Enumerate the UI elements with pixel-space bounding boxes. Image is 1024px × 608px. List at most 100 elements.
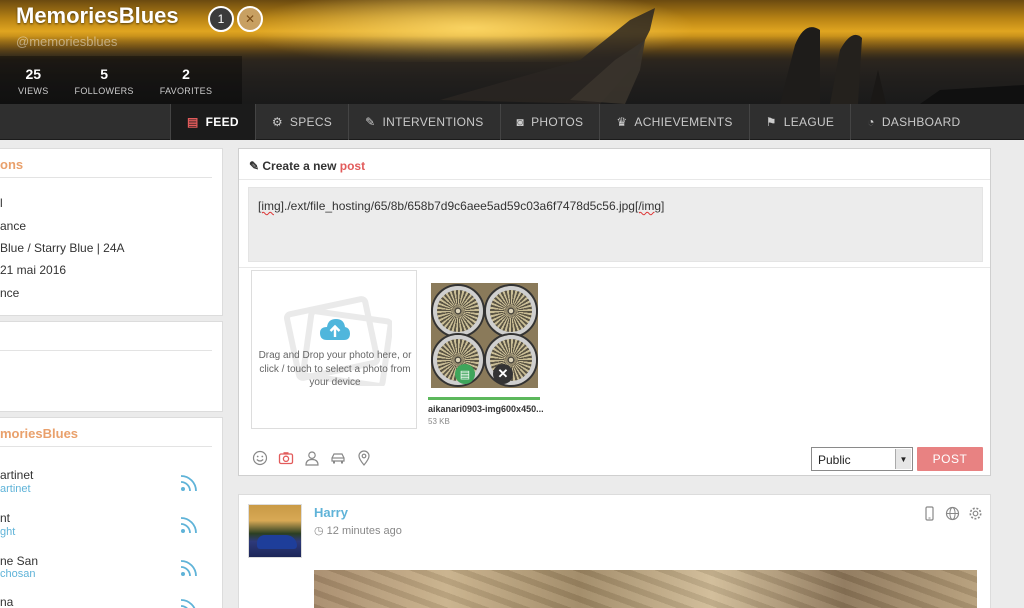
stat-label: FAVORITES xyxy=(159,86,213,96)
wheel-image xyxy=(433,286,483,336)
gears-icon: ⚙ xyxy=(271,115,283,129)
info-row: 21 mai 2016 xyxy=(0,263,67,277)
tab-interventions[interactable]: ✎ INTERVENTIONS xyxy=(348,104,499,140)
divider xyxy=(239,179,990,180)
title-prefix: Create a new xyxy=(262,159,340,173)
title-post-word: post xyxy=(339,159,366,173)
insert-photo-icon[interactable]: ▤ xyxy=(455,364,475,384)
remove-photo-icon[interactable]: ✕ xyxy=(493,364,513,384)
divider xyxy=(0,350,212,351)
tab-league[interactable]: ⚑ LEAGUE xyxy=(748,104,851,140)
profile-handle: @memoriesblues xyxy=(16,34,118,49)
upload-filesize: 53 KB xyxy=(428,417,450,426)
cloud-upload-icon xyxy=(320,319,350,340)
app-root: MemoriesBlues 1 ✕ @memoriesblues 25 VIEW… xyxy=(0,0,1024,608)
tab-label: FEED xyxy=(205,115,239,129)
followers-card: moriesBlues artinet artinet nt ght ne Sa… xyxy=(0,417,223,608)
achievement-badge-icon[interactable]: ✕ xyxy=(237,6,263,32)
post-photo[interactable] xyxy=(314,570,977,608)
avatar[interactable] xyxy=(248,504,302,558)
rss-icon[interactable] xyxy=(180,559,198,577)
info-card-title: ons xyxy=(0,157,24,172)
post-meta-icons xyxy=(922,506,983,521)
stat-views[interactable]: 25 VIEWS xyxy=(14,56,53,104)
chevron-down-icon[interactable]: ▼ xyxy=(895,449,911,469)
emoji-icon[interactable] xyxy=(251,449,268,466)
followers-card-title: moriesBlues xyxy=(0,426,79,441)
tab-label: INTERVENTIONS xyxy=(382,115,484,129)
follower-name[interactable]: na xyxy=(0,595,13,608)
tab-label: ACHIEVEMENTS xyxy=(634,115,733,129)
newspaper-icon: ▤ xyxy=(187,115,199,129)
camera-icon: ◙ xyxy=(516,115,525,129)
follower-handle[interactable]: ght xyxy=(0,526,15,538)
stat-number: 2 xyxy=(182,66,190,82)
profile-nav: ▤ FEED ⚙ SPECS ✎ INTERVENTIONS ◙ PHOTOS ♛ ACH… xyxy=(0,104,1024,140)
tab-dashboard[interactable]: ◔ DASHBOARD xyxy=(850,104,976,140)
info-row: ance xyxy=(0,219,27,233)
stat-favorites[interactable]: 2 FAVORITES xyxy=(156,56,217,104)
trophy-icon: ♛ xyxy=(616,115,628,129)
wheel-image xyxy=(486,286,536,336)
rss-icon[interactable] xyxy=(180,516,198,534)
post-time: ◷ 12 minutes ago xyxy=(314,525,402,537)
camera-icon[interactable] xyxy=(277,449,294,466)
upload-progress-bar xyxy=(428,397,540,400)
rss-icon[interactable] xyxy=(180,598,198,608)
upload-filename: aikanari0903-img600x450... xyxy=(428,404,544,414)
tag-user-icon[interactable] xyxy=(303,449,320,466)
follower-handle[interactable]: chosan xyxy=(0,568,35,580)
divider xyxy=(239,267,990,268)
info-row: l xyxy=(0,196,3,210)
post-author[interactable]: Harry xyxy=(314,505,348,520)
upload-progress-fill xyxy=(428,397,540,400)
calendar-badge-icon[interactable]: 1 xyxy=(208,6,234,32)
gear-icon[interactable] xyxy=(968,506,983,521)
divider xyxy=(0,177,212,178)
post-tools xyxy=(251,449,372,466)
divider xyxy=(0,446,212,447)
post-button[interactable]: POST xyxy=(917,447,983,471)
tab-photos[interactable]: ◙ PHOTOS xyxy=(499,104,600,140)
mobile-icon xyxy=(925,506,934,521)
follower-name[interactable]: artinet xyxy=(0,468,33,482)
stat-label: FOLLOWERS xyxy=(74,86,134,96)
globe-icon xyxy=(945,506,960,521)
follower-name[interactable]: ne San xyxy=(0,554,38,568)
rss-icon[interactable] xyxy=(180,474,198,492)
location-icon[interactable] xyxy=(355,449,372,466)
info-row: Blue / Starry Blue | 24A xyxy=(0,241,125,255)
follower-name[interactable]: nt xyxy=(0,511,10,525)
tab-specs[interactable]: ⚙ SPECS xyxy=(254,104,348,140)
tab-feed[interactable]: ▤ FEED xyxy=(170,104,255,140)
feed-post: Harry ◷ 12 minutes ago xyxy=(238,494,991,608)
profile-name: MemoriesBlues xyxy=(16,3,179,28)
info-card: ons l ance Blue / Starry Blue | 24A 21 m… xyxy=(0,148,223,316)
uploaded-photo-thumbnail[interactable]: ▤ ✕ xyxy=(431,283,538,388)
tab-achievements[interactable]: ♛ ACHIEVEMENTS xyxy=(599,104,748,140)
tab-label: PHOTOS xyxy=(531,115,584,129)
post-time-text: 12 minutes ago xyxy=(326,525,402,537)
create-post-title: ✎ Create a new post xyxy=(249,159,366,173)
profile-header: MemoriesBlues 1 ✕ @memoriesblues 25 VIEW… xyxy=(0,0,1024,104)
post-textarea[interactable] xyxy=(248,187,983,262)
photo-dropzone[interactable]: Drag and Drop your photo here, or click … xyxy=(251,270,417,429)
create-post-card: ✎ Create a new post [img]./ext/file_host… xyxy=(238,148,991,476)
stat-label: VIEWS xyxy=(18,86,49,96)
dashboard-icon: ◔ xyxy=(867,115,875,129)
stat-number: 5 xyxy=(100,66,109,82)
avatar-car xyxy=(257,535,297,549)
follower-handle[interactable]: artinet xyxy=(0,483,31,495)
car-icon[interactable] xyxy=(329,449,346,466)
stat-followers[interactable]: 5 FOLLOWERS xyxy=(71,56,138,104)
calendar-day: 1 xyxy=(217,12,225,26)
tab-label: SPECS xyxy=(289,115,333,129)
flag-icon: ⚑ xyxy=(765,115,777,129)
visibility-select[interactable]: Public ▼ xyxy=(811,447,913,471)
stat-number: 25 xyxy=(25,66,42,82)
profile-stats: 25 VIEWS 5 FOLLOWERS 2 FAVORITES xyxy=(0,56,243,104)
info-row: nce xyxy=(0,286,20,300)
empty-card xyxy=(0,321,223,412)
tab-label: DASHBOARD xyxy=(881,115,961,129)
visibility-value: Public xyxy=(818,453,851,467)
